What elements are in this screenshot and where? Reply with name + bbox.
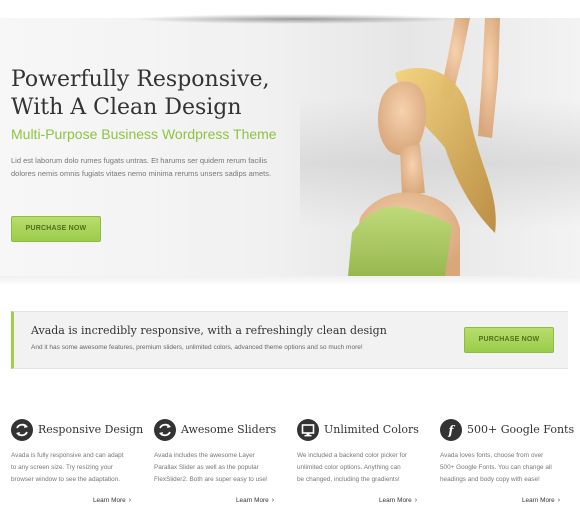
feature-title: Responsive Design	[38, 423, 144, 436]
feature-title: Awesome Sliders	[181, 423, 277, 436]
chevron-right-icon: ›	[271, 497, 275, 504]
feature-title: Unlimited Colors	[324, 423, 419, 436]
feature-text-line: 500+ Google Fonts. You can change all	[440, 464, 552, 471]
feature-text-line: be changed, including the gradients!	[297, 476, 400, 483]
hero-shadow	[0, 276, 580, 286]
feature-text: We included a backend color picker for u…	[297, 450, 432, 486]
hero-subtitle: Multi-Purpose Business Wordpress Theme	[11, 126, 277, 142]
learn-more-link[interactable]: Learn More ›	[236, 497, 274, 504]
chevron-right-icon: ›	[557, 497, 561, 504]
learn-more-label: Learn More	[379, 497, 412, 504]
feature-text-line: browser window to see the adaptation.	[11, 476, 121, 483]
reading-box-purchase-button[interactable]: PURCHASE NOW	[464, 327, 554, 353]
feature-text: Avada is fully responsive and can adapt …	[11, 450, 146, 486]
hero-title: Powerfully Responsive, With A Clean Desi…	[11, 66, 311, 122]
hero-title-line2: With A Clean Design	[11, 95, 242, 120]
feature-text-line: Avada is fully responsive and can adapt	[11, 452, 124, 459]
hero-text-line1: Lid est laborum dolo rumes fugats untras…	[11, 156, 267, 165]
feature-text-line: unlimited color options. Anything can	[297, 464, 401, 471]
learn-more-link[interactable]: Learn More ›	[379, 497, 417, 504]
reading-box-title: Avada is incredibly responsive, with a r…	[31, 324, 387, 337]
feature-text-line: FlexSlider2. Both are super easy to use!	[154, 476, 268, 483]
feature-text-line: to any screen size. Try resizing your	[11, 464, 113, 471]
font-icon: f	[440, 419, 462, 441]
refresh-icon	[11, 419, 33, 441]
chevron-right-icon: ›	[128, 497, 132, 504]
learn-more-link[interactable]: Learn More ›	[93, 497, 131, 504]
chevron-right-icon: ›	[414, 497, 418, 504]
feature-text: Avada includes the awesome Layer Paralla…	[154, 450, 289, 486]
hero-title-line1: Powerfully Responsive,	[11, 67, 270, 92]
monitor-icon	[297, 419, 319, 441]
hero-text-line2: dolores nemis omnis fugiats vitaes nemo …	[11, 169, 272, 178]
reading-box-text: And it has some awesome features, premiu…	[31, 344, 363, 351]
learn-more-label: Learn More	[236, 497, 269, 504]
feature-text-line: Avada includes the awesome Layer	[154, 452, 255, 459]
feature-text-line: Parallax Slider as well as the popular	[154, 464, 259, 471]
feature-text-line: Avada loves fonts, choose from over	[440, 452, 544, 459]
feature-text-line: We included a backend color picker for	[297, 452, 408, 459]
hero-text: Lid est laborum dolo rumes fugats untras…	[11, 154, 311, 180]
svg-text:f: f	[447, 424, 455, 438]
feature-title: 500+ Google Fonts	[467, 423, 575, 436]
feature-text-line: headings and body copy with ease!	[440, 476, 540, 483]
learn-more-label: Learn More	[93, 497, 126, 504]
learn-more-label: Learn More	[522, 497, 555, 504]
refresh-icon	[154, 419, 176, 441]
reading-box: Avada is incredibly responsive, with a r…	[11, 311, 568, 369]
learn-more-link[interactable]: Learn More ›	[522, 497, 560, 504]
hero-purchase-button[interactable]: PURCHASE NOW	[11, 216, 101, 242]
hero-slider: Powerfully Responsive, With A Clean Desi…	[0, 18, 580, 276]
top-bar-shadow	[130, 14, 460, 24]
feature-text: Avada loves fonts, choose from over 500+…	[440, 450, 575, 486]
